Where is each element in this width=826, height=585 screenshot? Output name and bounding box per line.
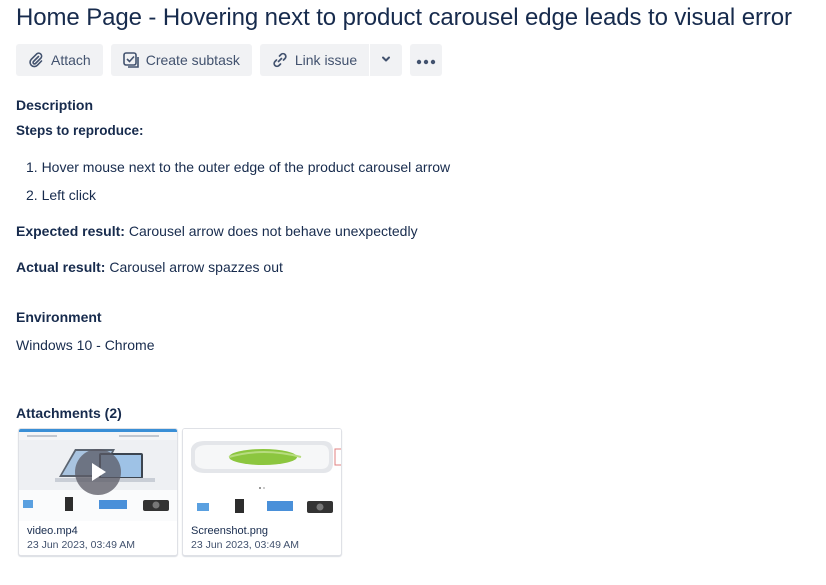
- expected-result: Expected result: Carousel arrow does not…: [16, 223, 418, 239]
- screenshot-thumbnail: [183, 429, 341, 521]
- expected-result-label: Expected result:: [16, 223, 125, 239]
- attachment-card-video[interactable]: video.mp4 23 Jun 2023, 03:49 AM: [18, 428, 178, 556]
- steps-heading: Steps to reproduce:: [16, 123, 144, 138]
- attach-button[interactable]: Attach: [16, 44, 103, 76]
- environment-heading: Environment: [16, 309, 102, 325]
- attach-label: Attach: [51, 52, 91, 68]
- more-actions-button[interactable]: [410, 44, 443, 76]
- video-thumbnail: [19, 429, 177, 521]
- actual-result-value: Carousel arrow spazzes out: [109, 259, 283, 275]
- chevron-down-icon: [380, 52, 392, 68]
- actual-result-label: Actual result:: [16, 259, 106, 275]
- issue-toolbar: Attach Create subtask Link issue: [16, 44, 443, 76]
- description-heading: Description: [16, 97, 94, 113]
- expected-result-value: Carousel arrow does not behave unexpecte…: [128, 223, 418, 239]
- link-issue-label: Link issue: [294, 52, 358, 68]
- list-item: 1. Hover mouse next to the outer edge of…: [26, 159, 451, 175]
- attachment-name: video.mp4: [27, 525, 78, 537]
- link-icon: [270, 50, 290, 70]
- play-icon[interactable]: [75, 449, 121, 495]
- screenshot-preview-image: [183, 429, 341, 521]
- steps-list: 1. Hover mouse next to the outer edge of…: [26, 158, 450, 214]
- attachment-name: Screenshot.png: [191, 525, 269, 537]
- link-issue-dropdown-button[interactable]: [370, 44, 403, 76]
- issue-title[interactable]: Home Page - Hovering next to product car…: [16, 4, 792, 32]
- create-subtask-button[interactable]: Create subtask: [110, 44, 252, 76]
- subtask-icon: [121, 50, 141, 70]
- list-item: 2. Left click: [26, 187, 97, 203]
- paperclip-icon: [26, 50, 46, 70]
- create-subtask-label: Create subtask: [145, 52, 240, 68]
- attachment-card-screenshot[interactable]: Screenshot.png 23 Jun 2023, 03:49 AM: [182, 428, 342, 556]
- attachment-date: 23 Jun 2023, 03:49 AM: [27, 539, 135, 551]
- actual-result: Actual result: Carousel arrow spazzes ou…: [16, 259, 283, 275]
- attachments-heading: Attachments (2): [16, 405, 122, 421]
- attachment-date: 23 Jun 2023, 03:49 AM: [191, 539, 299, 551]
- environment-value: Windows 10 - Chrome: [16, 337, 155, 353]
- link-issue-group: Link issue: [259, 44, 403, 76]
- more-icon: [416, 52, 436, 68]
- attachments-list: video.mp4 23 Jun 2023, 03:49 AM Screensh…: [18, 428, 342, 556]
- link-issue-button[interactable]: Link issue: [259, 44, 370, 76]
